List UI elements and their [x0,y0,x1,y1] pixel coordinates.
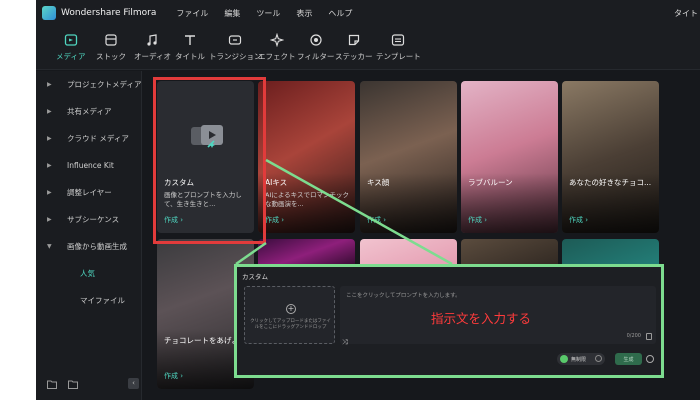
menu-tools[interactable]: ツール [256,8,280,19]
app-name: Wondershare Filmora [61,8,157,18]
panel-title: カスタム [242,273,268,281]
project-title[interactable]: タイト [674,8,698,19]
tab-media[interactable]: メディア [56,32,85,62]
help-icon[interactable] [595,355,602,362]
instruction-overlay-text: 指示文を入力する [431,311,532,326]
sidebar-footer: ‹ [36,378,142,392]
tab-audio[interactable]: オーディオ [134,32,171,62]
folder-icon[interactable] [68,380,78,389]
transition-icon [227,32,243,48]
menu-view[interactable]: 表示 [296,8,312,19]
new-folder-icon[interactable] [47,380,57,389]
tab-stock[interactable]: ストック [96,32,126,62]
sidebar-subitem-my-files[interactable]: マイファイル [36,287,141,314]
tab-template[interactable]: テンプレート [376,32,421,62]
main-toolbar: メディア ストック オーディオ タイトル トランジション エフェクト フィルター… [36,26,700,70]
collapse-sidebar-button[interactable]: ‹ [128,378,139,389]
sidebar-item-shared-media[interactable]: ▶ 共有メディア [36,98,141,125]
tab-transition[interactable]: トランジション [209,32,262,62]
template-card-ai-kiss[interactable]: AIキス AIによるキスでロマンチックな動画演を... 作成 › [258,81,355,233]
filter-icon [308,32,324,48]
prompt-placeholder: ここをクリックしてプロンプトを入力します。 [346,293,461,299]
shuffle-icon[interactable]: ⤨ [342,338,348,347]
sidebar-item-cloud-media[interactable]: ▶ クラウド メディア [36,125,141,152]
filmora-logo-icon [42,6,56,20]
tab-effect[interactable]: エフェクト [258,32,296,62]
template-card-kiss-face[interactable]: キス顔 作成 › [360,81,457,233]
sticker-icon [346,32,362,48]
chevron-right-icon: ▶ [47,81,52,88]
sidebar-item-influence-kit[interactable]: ▶ Influence Kit [36,152,141,179]
template-card-love-balloon[interactable]: ラブバルーン 作成 › [461,81,558,233]
menu-file[interactable]: ファイル [176,8,208,19]
create-button[interactable]: 作成 › [265,215,284,225]
sidebar-item-adjustment-layer[interactable]: ▶ 調整レイヤー [36,179,141,206]
chevron-right-icon: ▶ [47,216,52,223]
music-note-icon [144,32,160,48]
effect-sparkle-icon [269,32,285,48]
character-count: 0/200 [626,333,641,339]
chevron-right-icon: ▶ [47,108,52,115]
media-sidebar: ▶ プロジェクトメディア ▶ 共有メディア ▶ クラウド メディア ▶ Influenc… [36,71,142,400]
menu-bar: ファイル 編集 ツール 表示 ヘルプ [176,8,368,19]
create-button[interactable]: 作成 › [164,371,183,381]
tab-filter[interactable]: フィルター [297,32,334,62]
upload-hint: クリックしてアップロードまたはファイルをここにドラッグアンドドロップ [250,319,331,330]
tab-title[interactable]: タイトル [175,32,205,62]
chevron-right-icon: ▶ [47,135,52,142]
chevron-right-icon: ▶ [47,162,52,169]
tab-sticker[interactable]: ステッカー [335,32,373,62]
title-t-icon [182,32,198,48]
generate-button[interactable]: 生成 [615,353,642,365]
chevron-right-icon: ▶ [47,189,52,196]
template-card-your-favorite-chocolate[interactable]: あなたの好きなチョコ... 作成 › [562,81,659,233]
media-icon [63,32,79,48]
sidebar-subitem-popular[interactable]: 人気 [36,260,141,287]
create-button[interactable]: 作成 › [569,215,588,225]
template-icon [390,32,406,48]
sidebar-item-subsequence[interactable]: ▶ サブシーケンス [36,206,141,233]
image-upload-dropzone[interactable]: + クリックしてアップロードまたはファイルをここにドラッグアンドドロップ [244,286,335,344]
title-bar: Wondershare Filmora ファイル 編集 ツール 表示 ヘルプ タ… [36,0,700,26]
plus-circle-icon [560,355,568,363]
menu-help[interactable]: ヘルプ [328,8,352,19]
sidebar-item-project-media[interactable]: ▶ プロジェクトメディア [36,71,141,98]
highlight-custom-card [153,77,266,244]
menu-edit[interactable]: 編集 [224,8,240,19]
stock-icon [103,32,119,48]
prompt-input[interactable]: ここをクリックしてプロンプトを入力します。 指示文を入力する 0/200 [340,286,656,344]
info-icon[interactable] [646,355,654,363]
chevron-down-icon: ▼ [47,243,52,250]
plus-icon: + [286,304,296,314]
create-button[interactable]: 作成 › [468,215,487,225]
trash-icon[interactable] [646,333,652,340]
create-button[interactable]: 作成 › [367,215,386,225]
sidebar-item-image-to-video[interactable]: ▼ 画像から動画生成 [36,233,141,260]
usage-pill[interactable]: 無制限 [557,353,605,365]
custom-prompt-panel: カスタム + クリックしてアップロードまたはファイルをここにドラッグアンドドロッ… [234,264,664,378]
